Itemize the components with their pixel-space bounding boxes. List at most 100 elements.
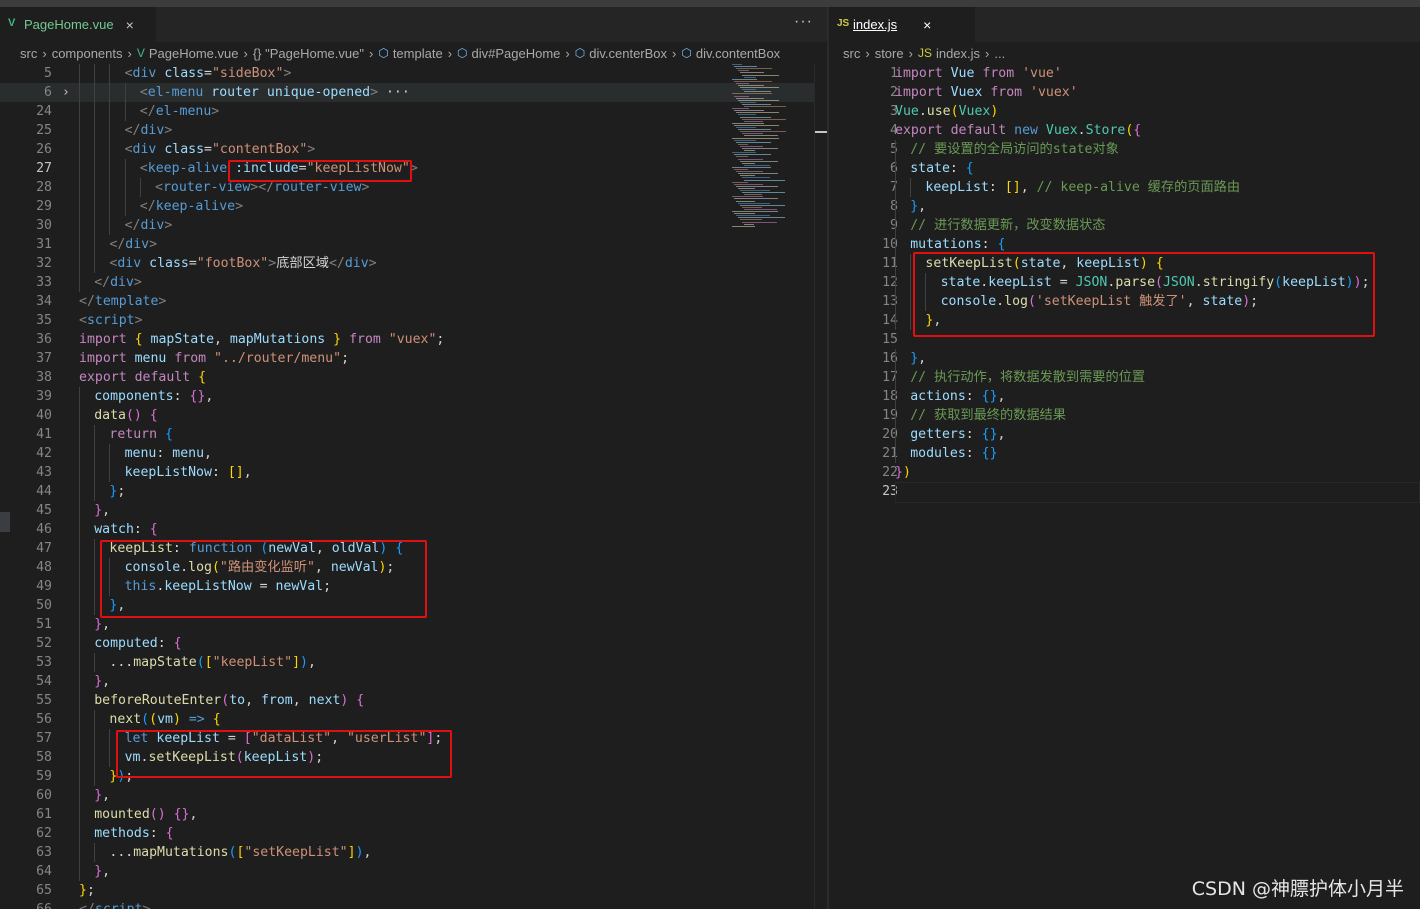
breadcrumb-item[interactable]: {} "PageHome.vue"	[253, 46, 364, 61]
code-text: // 进行数据更新，改变数据状态	[910, 216, 1105, 235]
close-icon[interactable]: ×	[923, 17, 931, 33]
breadcrumb-item[interactable]: ⬡ div.centerBox	[575, 46, 667, 61]
code-line: 60},	[0, 786, 827, 805]
breadcrumb-item[interactable]: src	[20, 46, 37, 61]
breadcrumb-item[interactable]: src	[843, 46, 860, 61]
line-number: 18	[882, 389, 898, 404]
code-token: </	[258, 180, 275, 195]
code-line: 29 </keep-alive>	[0, 197, 827, 216]
breadcrumb-item[interactable]: ⬡ div#PageHome	[457, 46, 560, 61]
chevron-right-icon[interactable]: ›	[62, 83, 70, 102]
indent-guide	[79, 406, 80, 425]
tab-pagehome-vue[interactable]: V PageHome.vue ×	[0, 7, 156, 42]
breadcrumb-label: div#PageHome	[471, 45, 561, 61]
code-token: :	[149, 826, 166, 841]
vue-file-icon: V	[136, 46, 145, 60]
indent-guide	[79, 634, 80, 653]
indent-guide	[94, 444, 96, 463]
code-text: import { mapState, mapMutations } from "…	[79, 330, 444, 349]
code-token: ;	[436, 332, 445, 347]
line-number: 5	[846, 140, 898, 159]
code-editor[interactable]: 5 <div class="sideBox"> 6 › <el-menu router …	[0, 64, 827, 909]
code-token: from	[982, 66, 1015, 81]
breadcrumb-item[interactable]: store	[875, 46, 904, 61]
breadcrumb-label: {} "PageHome.vue"	[252, 45, 364, 61]
minimap-line	[738, 70, 749, 72]
code-token: ,	[918, 351, 927, 366]
code-token: ,	[189, 807, 198, 822]
minimap[interactable]	[728, 64, 808, 234]
minimap-line	[734, 124, 779, 126]
breadcrumb-label: index.js	[935, 45, 981, 61]
chevron-right-icon: ›	[243, 45, 248, 61]
code-line: 25 </div>	[0, 121, 827, 140]
scrollbar-thumb[interactable]	[815, 131, 827, 133]
code-token: {	[198, 370, 207, 385]
code-token: new	[1014, 123, 1038, 138]
indent-guide	[895, 254, 896, 273]
indent-guide	[79, 140, 80, 159]
indent-guide	[895, 140, 896, 159]
code-line: 2 import Vuex from 'vuex'	[829, 83, 1420, 102]
code-token: {}	[981, 427, 998, 442]
line-number: 62	[36, 826, 52, 841]
highlight-box	[100, 540, 427, 618]
code-text: },	[910, 349, 926, 368]
minimap-line	[732, 225, 755, 227]
code-line: 27 <keep-alive :include="keepListNow">	[0, 159, 827, 178]
vertical-scrollbar[interactable]	[814, 64, 827, 909]
code-token: data	[94, 408, 126, 423]
line-number: 61	[36, 807, 52, 822]
code-text: keepListNow: [],	[125, 463, 252, 482]
code-line: 5 // 要设置的全局访问的state对象	[829, 140, 1420, 159]
line-number: 63	[36, 845, 52, 860]
breadcrumb-item[interactable]: ⬡ div.contentBox	[681, 46, 780, 61]
more-actions-icon[interactable]: ···	[794, 13, 813, 31]
breadcrumb-item[interactable]: ...	[994, 46, 1005, 61]
minimap-line	[736, 68, 772, 70]
indent-guide	[79, 786, 80, 805]
breadcrumb-label: ...	[994, 45, 1006, 61]
close-icon[interactable]: ×	[126, 17, 134, 33]
minimap-line	[732, 108, 749, 110]
code-token: )	[902, 465, 911, 480]
code-token: ,	[102, 788, 111, 803]
code-token: ,	[363, 845, 372, 860]
breadcrumb-label: div.contentBox	[695, 45, 781, 61]
minimap-line	[744, 120, 763, 122]
breadcrumb-item[interactable]: V PageHome.vue	[137, 46, 239, 61]
breadcrumb-item[interactable]: components	[52, 46, 123, 61]
line-number: 36	[36, 332, 52, 347]
indent-guide	[94, 140, 96, 159]
minimap-line	[736, 200, 755, 202]
indent-guide	[94, 425, 96, 444]
code-line: 46 watch: {	[0, 520, 827, 539]
code-token: class	[164, 66, 205, 81]
minimap-line	[740, 219, 762, 221]
code-token: ,	[205, 389, 214, 404]
line-number: 56	[36, 712, 52, 727]
line-number: 24	[36, 104, 52, 119]
symbol-element-icon: ⬡	[457, 46, 468, 60]
minimap-line	[742, 192, 785, 194]
indent-guide	[94, 577, 96, 596]
code-token: {	[149, 408, 158, 423]
minimap-line	[734, 110, 764, 112]
tab-index-js[interactable]: JS index.js ×	[829, 7, 975, 42]
breadcrumb-item[interactable]: ⬡ template	[378, 46, 442, 61]
indent-guide	[79, 520, 80, 539]
minimap-line	[740, 131, 786, 133]
chevron-right-icon: ›	[447, 45, 453, 61]
code-line: 7 keepList: [], // keep-alive 缓存的页面路由	[829, 178, 1420, 197]
code-editor[interactable]: 1 import Vue from 'vue' 2 import Vuex from …	[829, 64, 1420, 909]
code-token: unique-opened	[266, 85, 371, 100]
breadcrumb-item[interactable]: JS index.js	[918, 46, 980, 61]
code-line: 20 getters: {},	[829, 425, 1420, 444]
code-text: </script>	[79, 900, 150, 909]
code-text: <el-menu router unique-opened> ···	[140, 83, 410, 102]
code-line: 3 Vue.use(Vuex)	[829, 102, 1420, 121]
code-line: 6 state: {	[829, 159, 1420, 178]
code-text: export default new Vuex.Store({	[895, 121, 1141, 140]
